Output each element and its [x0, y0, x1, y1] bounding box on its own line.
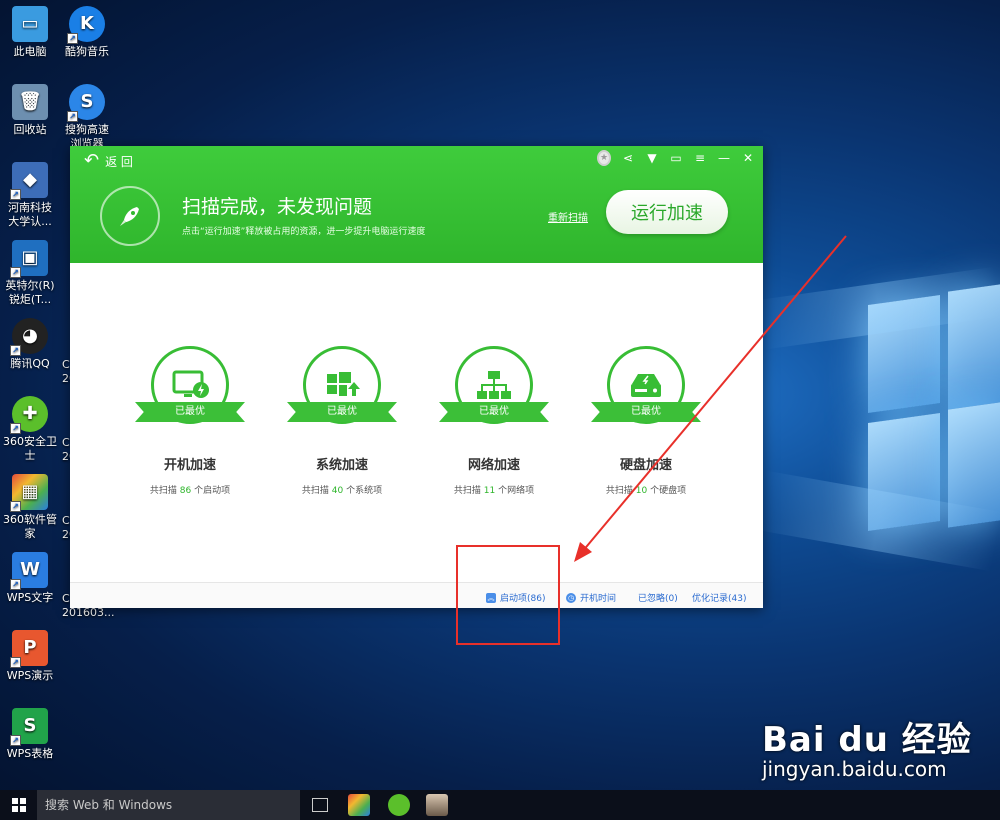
feedback-icon[interactable]: ▭ — [669, 151, 683, 165]
wps-writer-icon: W ↗ — [10, 552, 48, 590]
taskbar-360-software-icon[interactable] — [348, 794, 370, 816]
back-arrow-icon: ↶ — [84, 150, 100, 171]
hidden-icon-label: C — [62, 514, 70, 527]
card-title: 网络加速 — [467, 458, 520, 473]
sogou-browser-icon: S ↗ — [67, 84, 105, 122]
menu-icon[interactable]: ≡ — [693, 151, 707, 165]
card-summary: 共扫描 11 个网络项 — [453, 486, 535, 496]
card-network-speedup[interactable]: 已最优 网络加速 共扫描 11 个网络项 — [424, 346, 564, 496]
desktop-icon-recycle-bin[interactable]: 🗑 回收站 — [0, 84, 60, 137]
skin-icon[interactable]: ▼ — [645, 151, 659, 165]
kugou-icon: K ↗ — [67, 6, 105, 44]
recycle-bin-icon: 🗑 — [12, 84, 48, 120]
wps-spreadsheet-icon: S ↗ — [10, 708, 48, 746]
hidden-icon-label: C — [62, 592, 70, 605]
annotation-highlight-box — [456, 545, 560, 645]
computer-icon: ▭ — [12, 6, 48, 42]
scan-result-hint: 点击“运行加速”释放被占用的资源，进一步提升电脑运行速度 — [182, 227, 426, 237]
rocket-badge — [100, 186, 160, 246]
desktop-icon-intel-graphics[interactable]: ▣ ↗ 英特尔(R) 锐炬(T... — [0, 240, 60, 307]
card-boot-speedup[interactable]: 已最优 开机加速 共扫描 86 个启动项 — [120, 346, 260, 496]
optimal-ribbon: 已最优 — [439, 402, 549, 422]
card-system-speedup[interactable]: 已最优 系统加速 共扫描 40 个系统项 — [272, 346, 412, 496]
hidden-icon-label: C — [62, 358, 70, 371]
close-icon[interactable]: ✕ — [741, 151, 755, 165]
wps-presentation-icon: P ↗ — [10, 630, 48, 668]
desktop-icon-kugou[interactable]: K ↗ 酷狗音乐 — [57, 6, 117, 59]
watermark-url: jingyan.baidu.com — [762, 757, 947, 781]
qq-penguin-icon: ◕ ↗ — [10, 318, 48, 356]
taskbar-search-box[interactable]: 搜索 Web 和 Windows — [37, 790, 300, 820]
baidu-jingyan-watermark: Bai du 经验 jingyan.baidu.com — [762, 712, 972, 781]
card-title: 系统加速 — [315, 458, 368, 473]
rocket-icon — [120, 207, 139, 226]
annotation-arrow — [574, 235, 847, 562]
back-label: 返 回 — [105, 154, 133, 169]
taskbar-360-security-icon[interactable] — [388, 794, 410, 816]
optimal-ribbon: 已最优 — [135, 402, 245, 422]
card-summary: 共扫描 86 个启动项 — [149, 486, 231, 496]
share-icon[interactable]: ⋖ — [621, 151, 635, 165]
medal-icon[interactable]: ★ — [597, 150, 611, 166]
taskbar-app-avatar-icon[interactable] — [426, 794, 448, 816]
360-security-icon: ✚ ↗ — [10, 396, 48, 434]
hidden-icon-label: C — [62, 436, 70, 449]
ignored-link[interactable]: 已忽略(0) — [638, 591, 678, 604]
360-software-manager-icon: ▦ ↗ — [10, 474, 48, 512]
run-speedup-button[interactable]: 运行加速 — [606, 190, 728, 234]
desktop-icon-this-pc[interactable]: ▭ 此电脑 — [0, 6, 60, 59]
watermark-brand: Bai du 经验 — [762, 720, 972, 760]
scan-result-title: 扫描完成，未发现问题 — [182, 196, 373, 218]
title-bar-controls: ★ ⋖ ▼ ▭ ≡ — ✕ — [597, 150, 755, 166]
desktop-icon-wps-presentation[interactable]: P ↗ WPS演示 — [0, 630, 60, 683]
optimal-ribbon: 已最优 — [287, 402, 397, 422]
boot-time-link[interactable]: ◷ 开机时间 — [566, 591, 616, 604]
window-footer: ︽ 启动项(86) ◷ 开机时间 已忽略(0) 优化记录(43) — [70, 582, 763, 608]
desktop-icon-henan-university[interactable]: ◆ ↗ 河南科技 大学认... — [0, 162, 60, 229]
card-summary: 共扫描 40 个系统项 — [301, 486, 383, 496]
clock-icon: ◷ — [566, 592, 576, 603]
card-title: 开机加速 — [163, 458, 216, 473]
minimize-icon[interactable]: — — [717, 151, 731, 165]
intel-icon: ▣ ↗ — [10, 240, 48, 278]
desktop-icon-qq[interactable]: ◕ ↗ 腾讯QQ — [0, 318, 60, 371]
desktop-icon-wps-spreadsheet[interactable]: S ↗ WPS表格 — [0, 708, 60, 761]
desktop-icon-360-security[interactable]: ✚ ↗ 360安全卫 士 — [0, 396, 60, 463]
network-shield-icon: ◆ ↗ — [10, 162, 48, 200]
task-view-icon[interactable] — [312, 798, 328, 812]
desktop-icon-360-software[interactable]: ▦ ↗ 360软件管 家 — [0, 474, 60, 541]
optimization-history-link[interactable]: 优化记录(43) — [692, 591, 746, 604]
taskbar: 搜索 Web 和 Windows — [0, 790, 1000, 820]
rescan-link[interactable]: 重新扫描 — [548, 209, 588, 224]
desktop-icon-wps-writer[interactable]: W ↗ WPS文字 — [0, 552, 60, 605]
windows-start-icon[interactable] — [12, 798, 26, 812]
desktop-icon-sogou-browser[interactable]: S ↗ 搜狗高速 浏览器 — [57, 84, 117, 151]
back-button[interactable]: ↶ 返 回 — [84, 152, 133, 170]
